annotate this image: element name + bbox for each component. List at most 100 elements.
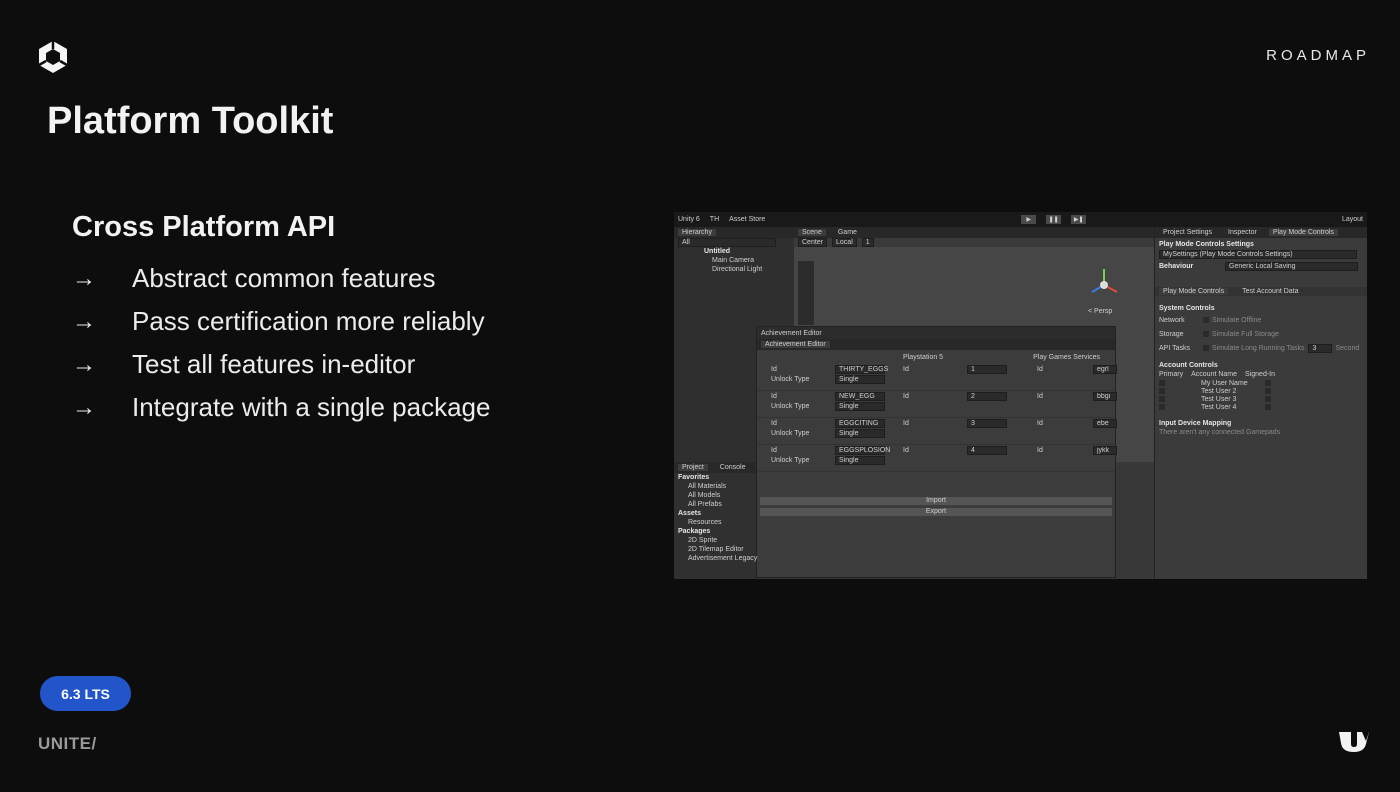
primary-radio-icon[interactable] <box>1159 388 1165 394</box>
arrow-icon: → <box>72 264 96 292</box>
export-button[interactable]: Export <box>760 508 1112 516</box>
achievement-id-field[interactable]: EGGCITING <box>835 419 885 428</box>
account-name: Test User 2 <box>1201 387 1237 395</box>
account-header: Account Name <box>1191 371 1238 378</box>
scene-gizmo-icon[interactable] <box>1084 265 1124 305</box>
checkbox-icon[interactable] <box>1203 317 1209 323</box>
arrow-icon: → <box>72 307 96 335</box>
editor-toolbar: Unity 6 TH Asset Store ▶ ❚❚ ▶❚ Layout <box>674 212 1367 227</box>
import-button[interactable]: Import <box>760 497 1112 505</box>
tab-play-mode-controls-sub[interactable]: Play Mode Controls <box>1159 288 1229 295</box>
scene-root[interactable]: Untitled <box>674 247 794 256</box>
slide-title: Platform Toolkit <box>47 100 334 142</box>
unlock-type-dropdown[interactable]: Single <box>835 456 885 465</box>
tab-inspector[interactable]: Inspector <box>1224 229 1261 236</box>
tab-project-settings[interactable]: Project Settings <box>1159 229 1216 236</box>
checkbox-icon[interactable] <box>1203 331 1209 337</box>
layout-menu[interactable]: Layout <box>1342 216 1363 223</box>
package-folder[interactable]: 2D Sprite <box>674 536 756 545</box>
settings-asset-field[interactable]: MySettings (Play Mode Controls Settings) <box>1159 250 1357 259</box>
ps-id-field[interactable]: 1 <box>967 365 1007 374</box>
asset-store-menu[interactable]: Asset Store <box>729 216 765 223</box>
achievement-id-field[interactable]: NEW_EGG <box>835 392 885 401</box>
achievement-id-field[interactable]: EGGSPLOSION <box>835 446 890 455</box>
system-control-label: API Tasks <box>1159 344 1190 352</box>
signed-in-checkbox-icon[interactable] <box>1265 396 1271 402</box>
tab-test-account-data[interactable]: Test Account Data <box>1238 288 1302 295</box>
unlock-type-label: Unlock Type <box>771 430 810 437</box>
favorite-item[interactable]: All Models <box>674 491 756 500</box>
tab-console[interactable]: Console <box>716 464 750 471</box>
system-control-option: Simulate Offline <box>1212 316 1262 324</box>
achievement-row: Id THIRTY_EGGS Unlock Type Single Id 1 Id egrl <box>757 364 1117 391</box>
account-menu[interactable]: TH <box>710 216 719 223</box>
tab-scene[interactable]: Scene <box>798 229 826 236</box>
pgs-id-field[interactable]: jykk <box>1093 446 1117 455</box>
column-header: Playstation 5 <box>903 353 944 361</box>
system-control-option: Simulate Full Storage <box>1212 330 1279 338</box>
achievement-row: Id NEW_EGG Unlock Type Single Id 2 Id bbgi <box>757 391 1117 418</box>
space-dropdown[interactable]: Local <box>832 238 857 247</box>
pgs-id-field[interactable]: bbgi <box>1093 392 1117 401</box>
system-control-row: API Tasks Simulate Long Running Tasks 3 Sec… <box>1155 341 1367 355</box>
tab-play-mode-controls[interactable]: Play Mode Controls <box>1268 229 1338 236</box>
hierarchy-search[interactable]: All <box>678 238 776 247</box>
primary-radio-icon[interactable] <box>1159 380 1165 386</box>
assets-label[interactable]: Assets <box>674 509 756 518</box>
ps-id-label: Id <box>903 420 909 427</box>
version-badge: 6.3 LTS <box>40 676 131 711</box>
hierarchy-item[interactable]: Main Camera <box>674 256 794 265</box>
unlock-type-dropdown[interactable]: Single <box>835 375 885 384</box>
tab-project[interactable]: Project <box>678 464 708 471</box>
feature-item: → Integrate with a single package <box>72 386 490 429</box>
pgs-id-field[interactable]: ebe <box>1093 419 1117 428</box>
signed-in-checkbox-icon[interactable] <box>1265 380 1271 386</box>
perspective-label[interactable]: < Persp <box>1088 308 1112 315</box>
id-label: Id <box>771 393 777 400</box>
pgs-id-label: Id <box>1037 366 1043 373</box>
tab-game[interactable]: Game <box>834 229 861 236</box>
scene-tool-palette[interactable] <box>798 261 814 325</box>
unlock-type-dropdown[interactable]: Single <box>835 429 885 438</box>
signed-in-checkbox-icon[interactable] <box>1265 404 1271 410</box>
step-button[interactable]: ▶❚ <box>1071 215 1087 224</box>
pgs-id-field[interactable]: egrl <box>1093 365 1117 374</box>
unlock-type-dropdown[interactable]: Single <box>835 402 885 411</box>
packages-label[interactable]: Packages <box>674 527 756 536</box>
task-duration-unit: Second <box>1335 344 1360 352</box>
system-control-row: Network Simulate Offline <box>1155 313 1367 327</box>
package-folder[interactable]: 2D Tilemap Editor <box>674 545 756 554</box>
ps-id-label: Id <box>903 393 909 400</box>
account-header: Signed-In <box>1245 371 1276 378</box>
package-folder[interactable]: Advertisement Legacy <box>674 554 757 563</box>
signed-in-checkbox-icon[interactable] <box>1265 388 1271 394</box>
behaviour-dropdown[interactable]: Generic Local Saving <box>1225 261 1358 271</box>
account-row: Test User 2 <box>1155 387 1367 395</box>
unite-u-logo-icon <box>1339 732 1369 752</box>
grid-size-field[interactable]: 1 <box>861 238 874 247</box>
favorites-label[interactable]: Favorites <box>674 473 756 482</box>
hierarchy-item[interactable]: Directional Light <box>674 265 794 274</box>
favorite-item[interactable]: All Materials <box>674 482 756 491</box>
pause-button[interactable]: ❚❚ <box>1046 215 1062 224</box>
play-button[interactable]: ▶ <box>1021 215 1037 224</box>
play-mode-controls-panel: Project Settings Inspector Play Mode Con… <box>1154 227 1367 579</box>
unity-editor-screenshot: Unity 6 TH Asset Store ▶ ❚❚ ▶❚ Layout Hi… <box>674 212 1367 579</box>
system-control-label: Network <box>1159 316 1185 324</box>
unity-menu[interactable]: Unity 6 <box>678 216 700 223</box>
achievement-id-field[interactable]: THIRTY_EGGS <box>835 365 888 374</box>
ps-id-field[interactable]: 2 <box>967 392 1007 401</box>
ps-id-field[interactable]: 4 <box>967 446 1007 455</box>
primary-radio-icon[interactable] <box>1159 396 1165 402</box>
checkbox-icon[interactable] <box>1203 345 1209 351</box>
primary-radio-icon[interactable] <box>1159 404 1165 410</box>
asset-folder[interactable]: Resources <box>674 518 756 527</box>
task-duration-field[interactable]: 3 <box>1308 343 1333 353</box>
ps-id-field[interactable]: 3 <box>967 419 1007 428</box>
pivot-dropdown[interactable]: Center <box>798 238 828 247</box>
system-controls: Network Simulate Offline Storage Simulate F… <box>1155 313 1367 355</box>
tab-hierarchy[interactable]: Hierarchy <box>678 229 716 236</box>
tab-achievement-editor[interactable]: Achievement Editor <box>761 341 830 348</box>
feature-text: Test all features in-editor <box>132 349 416 379</box>
favorite-item[interactable]: All Prefabs <box>674 500 756 509</box>
